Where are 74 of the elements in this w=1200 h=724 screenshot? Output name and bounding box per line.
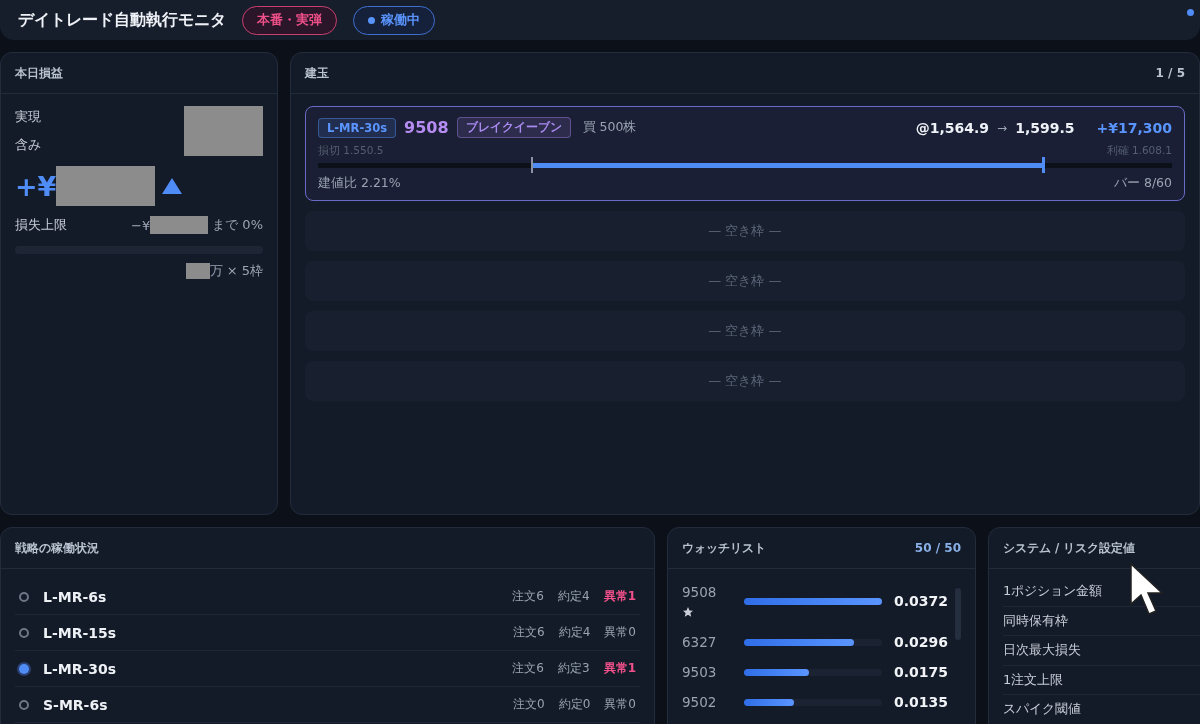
strategy-name: L-MR-30s (43, 660, 118, 677)
current-price: 1,599.5 (1015, 119, 1075, 136)
empty-slot-label: — 空き枠 — (708, 272, 782, 290)
setting-label: 同時保有枠 (1003, 611, 1068, 630)
position-pnl: +¥17,300 (1096, 119, 1172, 136)
error-count: 異常1 (603, 660, 636, 677)
strategy-row[interactable]: L-MR-6s 注文6 約定4 異常1 (15, 579, 640, 615)
bar-count: バー 8/60 (1113, 175, 1172, 192)
setting-label: 1注文上限 (1003, 670, 1064, 689)
setting-label: 1ポジション金額 (1003, 582, 1103, 601)
connection-dot-icon (1187, 9, 1194, 16)
panel-title: ウォッチリスト (682, 540, 766, 556)
strategy-name: L-MR-6s (43, 588, 108, 605)
error-count: 異常1 (603, 588, 636, 605)
order-side: 買 500株 (582, 119, 638, 136)
stock-code: 9508 (682, 584, 718, 600)
total-pnl: +¥ (15, 170, 57, 202)
pattern-tag: ブレイクイーブン (456, 117, 571, 138)
loss-limit-label: 損失上限 (15, 216, 67, 234)
score-value: 0.0175 (892, 664, 948, 680)
status-radio[interactable] (19, 591, 29, 602)
stock-code: 9508 (404, 118, 449, 137)
empty-slot-label: — 空き枠 — (708, 372, 782, 390)
order-count: 注文6 (513, 624, 545, 641)
strategy-row[interactable]: L-MR-15s 注文6 約定4 異常0 (15, 615, 640, 651)
error-count: 異常0 (604, 696, 636, 713)
panel-title: 戦略の稼働状況 (15, 540, 99, 556)
up-triangle-icon (161, 177, 184, 195)
strategy-row[interactable]: S-MR-6s 注文0 約定0 異常0 (15, 687, 640, 723)
stock-code: 6327 (682, 634, 718, 650)
status-radio[interactable] (19, 627, 29, 638)
strategy-name: S-MR-6s (43, 696, 109, 713)
panel-title: システム / リスク設定値 (1003, 540, 1136, 556)
panel-title: 建玉 (305, 65, 329, 81)
redacted-block (150, 216, 209, 234)
status-badge: 稼働中 (353, 5, 435, 35)
score-value: 0.0135 (892, 694, 948, 710)
unrealized-label: 含み (15, 136, 41, 154)
order-count: 注文6 (512, 588, 544, 605)
strategy-row[interactable]: L-MR-30s 注文6 約定3 異常1 (15, 651, 640, 687)
capacity-text: 万 × 5枠 (209, 262, 263, 280)
fill-count: 約定0 (558, 696, 591, 713)
fill-count: 約定4 (558, 624, 591, 641)
status-dot-icon (368, 16, 375, 24)
loss-limit-prefix: −¥ (131, 217, 151, 233)
fill-count: 約定4 (558, 588, 590, 605)
setting-label: スパイク閾値 (1003, 700, 1081, 719)
realized-label: 実現 (15, 108, 41, 126)
order-count: 注文6 (512, 660, 544, 677)
entry-price: @1,564.9 (915, 119, 990, 136)
app-title: デイトレード自動執行モニタ (18, 9, 226, 31)
order-count: 注文0 (513, 696, 545, 713)
watch-count: 50 / 50 (914, 541, 961, 555)
strategy-tag: L-MR-30s (318, 117, 397, 138)
setting-label: 日次最大損失 (1003, 641, 1081, 660)
take-profit-text: 利確 1.608.1 (1106, 144, 1172, 158)
mode-badge: 本番・実弾 (242, 5, 337, 35)
stock-code: 9502 (682, 694, 718, 710)
score-value: 0.0372 (892, 593, 948, 609)
redacted-block (185, 263, 210, 279)
status-radio[interactable] (19, 699, 29, 710)
arrow-text: → (997, 120, 1008, 135)
status-radio[interactable] (19, 663, 29, 674)
empty-slot-label: — 空き枠 — (708, 322, 782, 340)
strategy-name: L-MR-15s (43, 624, 118, 641)
position-count: 1 / 5 (1155, 66, 1185, 80)
score-value: 0.0296 (892, 634, 948, 650)
fill-count: 約定3 (558, 660, 590, 677)
stock-code: 9503 (682, 664, 718, 680)
entry-ratio: 建値比 2.21% (318, 175, 401, 192)
loss-limit-usage: まで 0% (212, 216, 263, 234)
error-count: 異常0 (604, 624, 636, 641)
empty-slot-label: — 空き枠 — (708, 222, 782, 240)
panel-title: 本日損益 (15, 65, 63, 81)
